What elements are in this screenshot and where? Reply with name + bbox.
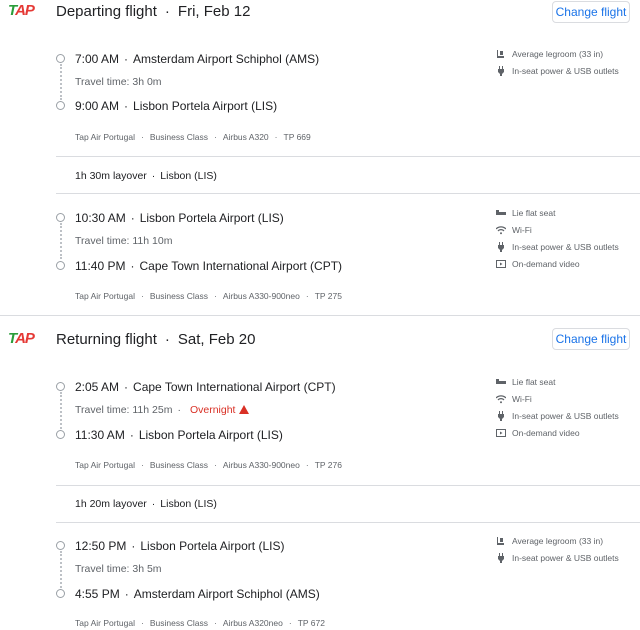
warning-icon bbox=[239, 405, 250, 414]
flight-details: Tap Air Portugal · Business Class · Airbus A… bbox=[75, 132, 311, 142]
layover-info: 1h 30m layover · Lisbon (LIS) bbox=[75, 170, 217, 182]
amenity-video: On-demand video bbox=[496, 427, 580, 439]
tap-air-portugal-logo: TAP bbox=[8, 330, 35, 347]
returning-flight-heading: Returning flight · Sat, Feb 20 bbox=[56, 331, 256, 348]
video-icon bbox=[496, 259, 506, 269]
route-line bbox=[60, 551, 62, 588]
departure-dot-icon bbox=[56, 382, 65, 391]
video-icon bbox=[496, 428, 506, 438]
change-returning-flight-button[interactable]: Change flight bbox=[552, 328, 630, 350]
amenity-power: In-seat power & USB outlets bbox=[496, 410, 619, 422]
arrival-stop: 4:55 PM · Amsterdam Airport Schiphol (AMS) bbox=[75, 587, 320, 601]
amenity-video: On-demand video bbox=[496, 258, 580, 270]
arrival-dot-icon bbox=[56, 430, 65, 439]
travel-time: Travel time: 11h 25m · Overnight bbox=[75, 404, 250, 416]
route-line bbox=[60, 223, 62, 259]
divider bbox=[56, 522, 640, 523]
departure-stop: 12:50 PM · Lisbon Portela Airport (LIS) bbox=[75, 539, 285, 553]
power-plug-icon bbox=[496, 242, 506, 252]
layover-info: 1h 20m layover · Lisbon (LIS) bbox=[75, 498, 217, 510]
arrival-stop: 9:00 AM · Lisbon Portela Airport (LIS) bbox=[75, 99, 278, 113]
route-line bbox=[60, 392, 62, 429]
amenity-power: In-seat power & USB outlets bbox=[496, 65, 619, 77]
amenity-legroom: Average legroom (33 in) bbox=[496, 535, 603, 547]
amenity-power: In-seat power & USB outlets bbox=[496, 241, 619, 253]
legroom-icon bbox=[496, 49, 506, 59]
departure-stop: 10:30 AM · Lisbon Portela Airport (LIS) bbox=[75, 211, 284, 225]
departure-stop: 2:05 AM · Cape Town International Airport … bbox=[75, 380, 336, 394]
amenity-lie-flat: Lie flat seat bbox=[496, 207, 555, 219]
flight-date: Fri, Feb 12 bbox=[177, 3, 251, 20]
lie-flat-seat-icon bbox=[496, 208, 506, 218]
arrival-dot-icon bbox=[56, 101, 65, 110]
amenity-wifi: Wi-Fi bbox=[495, 393, 532, 405]
flight-direction-title: Departing flight bbox=[56, 3, 157, 20]
divider bbox=[56, 156, 640, 157]
route-line bbox=[60, 64, 62, 100]
tap-air-portugal-logo: TAP bbox=[8, 2, 35, 19]
arrival-dot-icon bbox=[56, 261, 65, 270]
amenity-lie-flat: Lie flat seat bbox=[496, 376, 555, 388]
arrival-stop: 11:40 PM · Cape Town International Airport… bbox=[75, 259, 343, 273]
departing-flight-heading: Departing flight · Fri, Feb 12 bbox=[56, 3, 251, 20]
travel-time: Travel time: 3h 0m bbox=[75, 76, 162, 88]
arrival-dot-icon bbox=[56, 589, 65, 598]
departure-dot-icon bbox=[56, 213, 65, 222]
travel-time: Travel time: 11h 10m bbox=[75, 235, 173, 247]
divider bbox=[56, 193, 640, 194]
overnight-warning: Overnight bbox=[189, 404, 236, 416]
flight-details: Tap Air Portugal · Business Class · Airbus A… bbox=[75, 291, 342, 301]
flight-direction-title: Returning flight bbox=[56, 331, 157, 348]
lie-flat-seat-icon bbox=[496, 377, 506, 387]
amenity-power: In-seat power & USB outlets bbox=[496, 552, 619, 564]
arrival-stop: 11:30 AM · Lisbon Portela Airport (LIS) bbox=[75, 428, 283, 442]
departure-stop: 7:00 AM · Amsterdam Airport Schiphol (AMS) bbox=[75, 52, 320, 66]
flight-details: Tap Air Portugal · Business Class · Airbus A… bbox=[75, 460, 342, 470]
flight-date: Sat, Feb 20 bbox=[177, 331, 256, 348]
departure-dot-icon bbox=[56, 54, 65, 63]
flight-details: Tap Air Portugal · Business Class · Airbus A… bbox=[75, 618, 325, 628]
wifi-icon bbox=[495, 225, 507, 235]
amenity-legroom: Average legroom (33 in) bbox=[496, 48, 603, 60]
divider bbox=[56, 485, 640, 486]
power-plug-icon bbox=[496, 553, 506, 563]
change-departing-flight-button[interactable]: Change flight bbox=[552, 1, 630, 23]
legroom-icon bbox=[496, 536, 506, 546]
amenity-wifi: Wi-Fi bbox=[495, 224, 532, 236]
power-plug-icon bbox=[496, 66, 506, 76]
power-plug-icon bbox=[496, 411, 506, 421]
departure-dot-icon bbox=[56, 541, 65, 550]
section-divider bbox=[0, 315, 640, 316]
wifi-icon bbox=[495, 394, 507, 404]
travel-time: Travel time: 3h 5m bbox=[75, 563, 162, 575]
